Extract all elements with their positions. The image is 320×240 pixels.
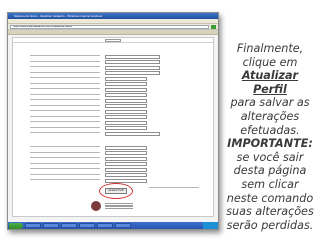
field-label (30, 82, 100, 84)
text-field[interactable] (105, 93, 147, 97)
caption-line: sem clicar (241, 177, 299, 191)
text-field[interactable] (105, 82, 147, 86)
taskbar-item[interactable] (97, 223, 113, 228)
page-header (13, 38, 213, 43)
header-box (105, 38, 121, 42)
taskbar (8, 222, 218, 229)
caption-important: IMPORTANTE: (227, 137, 313, 151)
text-field[interactable] (105, 167, 147, 172)
window-title: Sistema do Aluno - Atualizar Cadastro - … (14, 14, 103, 18)
text-field[interactable] (105, 76, 147, 81)
field-label (30, 99, 100, 101)
field-label (30, 104, 100, 106)
field-label (30, 132, 100, 134)
text-field[interactable] (105, 54, 160, 59)
text-field[interactable] (105, 71, 160, 75)
system-tray (203, 222, 218, 229)
field-label (30, 121, 100, 123)
form-row (13, 131, 213, 137)
page-content: Atualizar Perfil (12, 37, 214, 217)
taskbar-item[interactable] (61, 223, 77, 228)
text-field[interactable] (105, 109, 147, 114)
text-field[interactable] (105, 120, 147, 125)
tab-bar[interactable] (8, 30, 218, 35)
highlight-circle (99, 183, 133, 199)
field-label (30, 110, 100, 112)
caption-line: alterações (240, 109, 300, 123)
address-input[interactable]: https://www.sistemadoaluno.com.br/atuali… (10, 24, 209, 29)
field-label (30, 157, 100, 159)
taskbar-item[interactable] (79, 223, 95, 228)
personal-fields (13, 54, 213, 137)
field-label (30, 173, 100, 175)
text-field[interactable] (105, 156, 147, 161)
taskbar-item[interactable] (25, 223, 41, 228)
field-label (30, 151, 100, 153)
caption-line: para salvar as (230, 96, 310, 110)
page-footer (91, 201, 133, 211)
caption-line: efetuadas. (240, 123, 300, 137)
caption-line: desta página (233, 164, 307, 178)
caption-line: neste comando (226, 191, 314, 205)
text-field[interactable] (105, 178, 147, 183)
field-label (30, 146, 100, 148)
field-label (30, 77, 100, 79)
caption-line: clique em (242, 55, 298, 69)
text-field[interactable] (105, 60, 160, 64)
text-field[interactable] (105, 162, 147, 166)
taskbar-item[interactable] (115, 223, 131, 228)
caption-line: suas alterações (226, 205, 314, 219)
text-field[interactable] (105, 151, 147, 155)
caption-line: serão perdidas. (226, 218, 314, 232)
field-label (30, 168, 100, 170)
field-label (30, 126, 100, 128)
taskbar-item[interactable] (43, 223, 59, 228)
extra-fields (13, 145, 213, 184)
text-field[interactable] (105, 173, 147, 177)
instruction-caption: Finalmente, clique em Atualizar Perfil p… (225, 42, 315, 232)
caption-highlight: Atualizar Perfil (241, 69, 299, 96)
field-label (30, 162, 100, 164)
side-note (149, 187, 199, 189)
text-field[interactable] (105, 126, 147, 130)
text-field[interactable] (105, 131, 160, 136)
start-button[interactable] (9, 222, 23, 229)
field-label (30, 93, 100, 95)
text-field[interactable] (105, 145, 147, 150)
caption-line: se você sair (236, 150, 304, 164)
go-icon[interactable] (211, 24, 216, 29)
field-label (30, 115, 100, 117)
text-field[interactable] (105, 98, 147, 103)
institution-logo (91, 201, 101, 211)
field-label (30, 179, 100, 181)
text-field[interactable] (105, 65, 160, 70)
field-label (30, 60, 100, 62)
field-label (30, 66, 100, 68)
browser-screenshot: Sistema do Aluno - Atualizar Cadastro - … (7, 12, 219, 230)
text-field[interactable] (105, 87, 147, 92)
footer-text (105, 203, 133, 209)
text-field[interactable] (105, 104, 147, 108)
field-label (30, 55, 100, 57)
field-label (30, 88, 100, 90)
text-field[interactable] (105, 115, 147, 119)
caption-line: Finalmente, (236, 42, 304, 55)
field-label (30, 71, 100, 73)
